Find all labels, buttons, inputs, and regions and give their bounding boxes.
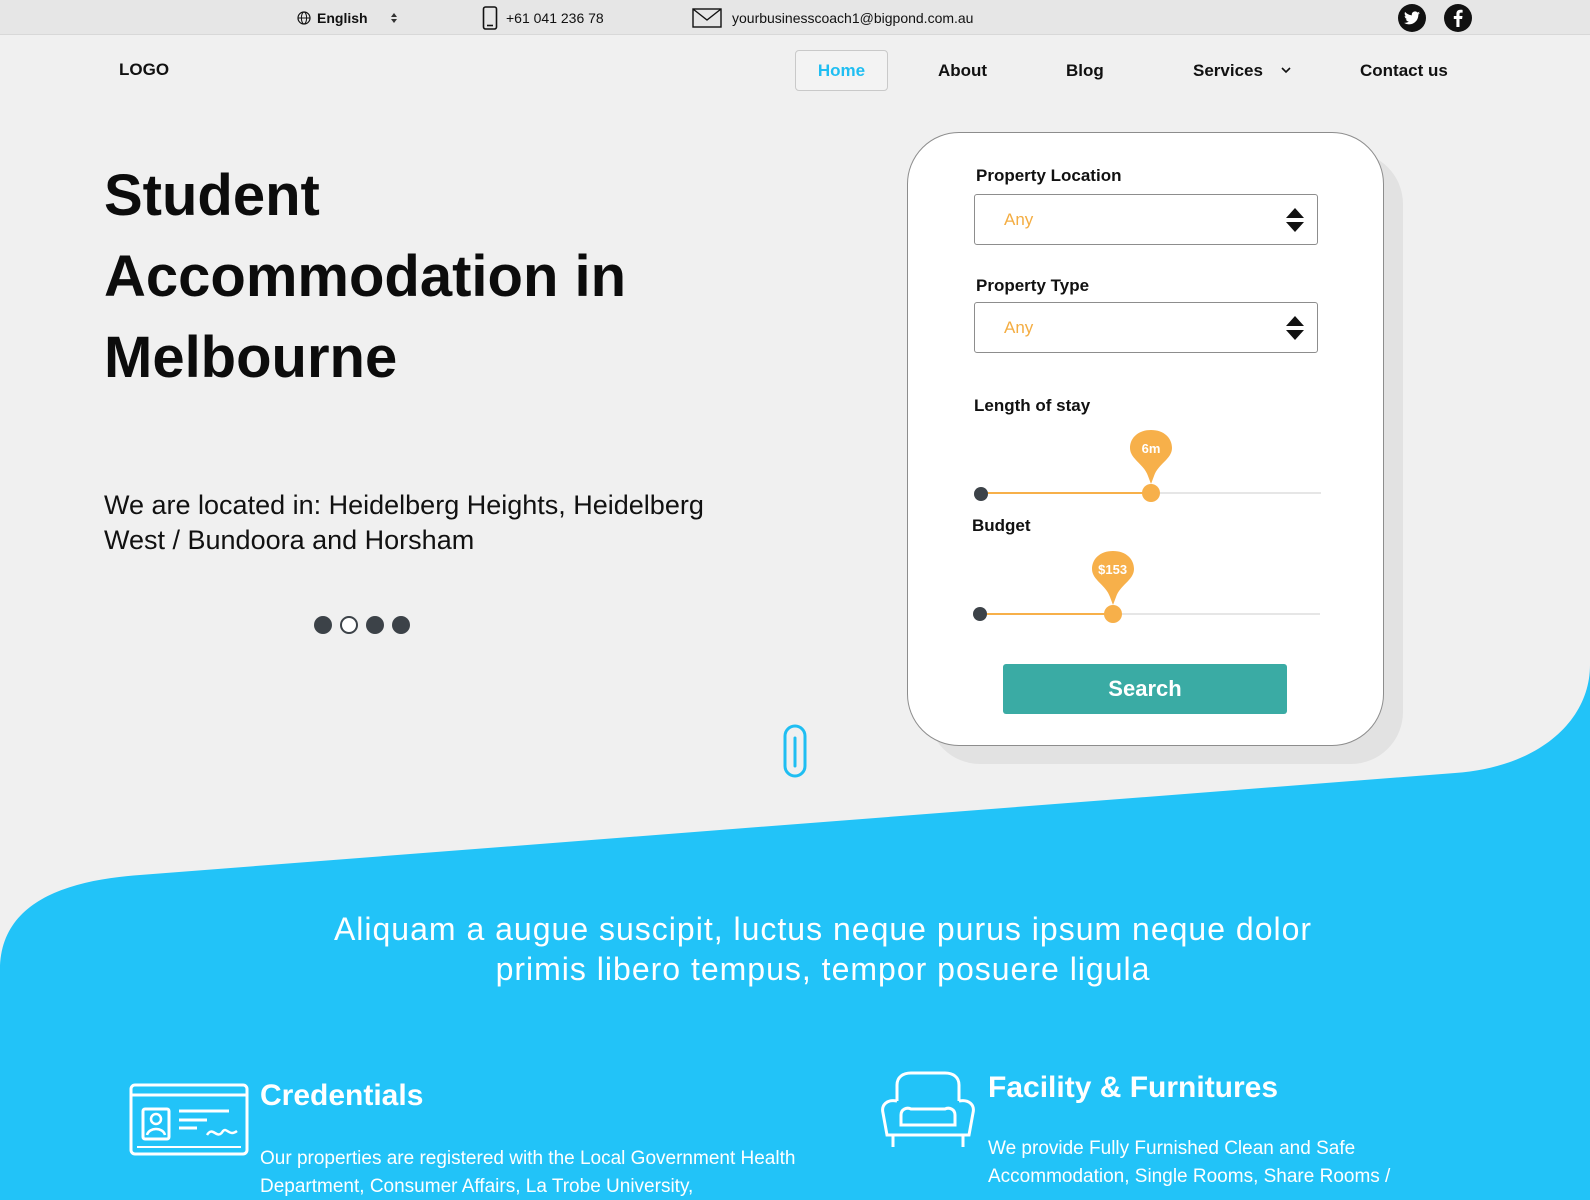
chevron-down-icon xyxy=(1281,67,1291,74)
phone-contact[interactable]: +61 041 236 78 xyxy=(482,0,604,35)
slider-start-knob xyxy=(974,487,988,501)
nav-contact-us[interactable]: Contact us xyxy=(1360,50,1448,91)
email-address: yourbusinesscoach1@bigpond.com.au xyxy=(732,9,974,26)
id-card-icon xyxy=(129,1083,249,1156)
feature-title-credentials: Credentials xyxy=(260,1079,424,1112)
nav-services[interactable]: Services xyxy=(1193,50,1291,91)
carousel-dot[interactable] xyxy=(366,616,384,634)
value-pin-icon xyxy=(1091,551,1134,605)
carousel-dot[interactable] xyxy=(392,616,410,634)
section-tagline: Aliquam a augue suscipit, luctus neque p… xyxy=(333,911,1313,987)
property-location-select[interactable]: Any xyxy=(974,194,1318,245)
twitter-icon xyxy=(1404,11,1420,25)
phone-number: +61 041 236 78 xyxy=(506,9,604,26)
language-selector[interactable]: English xyxy=(297,0,398,35)
property-type-label: Property Type xyxy=(976,276,1090,295)
scroll-indicator-icon[interactable] xyxy=(783,724,807,778)
globe-icon xyxy=(297,10,311,25)
slider-start-knob xyxy=(973,607,987,621)
hero-location-text: We are located in: Heidelberg Heights, H… xyxy=(104,490,704,555)
slider-fill xyxy=(981,492,1151,494)
carousel-dots xyxy=(314,616,410,634)
feature-text-facility: We provide Fully Furnished Clean and Saf… xyxy=(988,1138,1391,1187)
phone-icon xyxy=(482,5,498,30)
slider-fill xyxy=(980,613,1113,615)
email-contact[interactable]: yourbusinesscoach1@bigpond.com.au xyxy=(692,0,973,35)
nav-services-label: Services xyxy=(1193,60,1263,80)
length-of-stay-value: 6m xyxy=(1141,441,1161,456)
top-utility-bar: English +61 041 236 78 yourbusinesscoach… xyxy=(0,0,1590,35)
carousel-dot-active[interactable] xyxy=(340,616,358,634)
property-location-label: Property Location xyxy=(976,166,1122,185)
select-arrows-icon xyxy=(1286,316,1304,340)
nav-home[interactable]: Home xyxy=(795,50,888,91)
feature-text-credentials: Our properties are registered with the L… xyxy=(260,1148,796,1197)
facebook-icon xyxy=(1453,9,1463,27)
budget-slider[interactable] xyxy=(980,613,1320,615)
sort-arrows-icon xyxy=(390,12,397,23)
twitter-link[interactable] xyxy=(1398,4,1426,32)
select-arrows-icon xyxy=(1286,208,1304,232)
property-type-select[interactable]: Any xyxy=(974,302,1318,353)
length-of-stay-label: Length of stay xyxy=(974,396,1091,415)
budget-value: $153 xyxy=(1098,562,1128,577)
property-type-value: Any xyxy=(1004,317,1034,337)
property-location-value: Any xyxy=(1004,209,1034,229)
language-label: English xyxy=(317,9,368,26)
facebook-link[interactable] xyxy=(1444,4,1472,32)
nav-blog[interactable]: Blog xyxy=(1066,50,1104,91)
nav-about[interactable]: About xyxy=(938,50,987,91)
site-logo[interactable]: LOGO xyxy=(119,60,169,80)
carousel-dot[interactable] xyxy=(314,616,332,634)
envelope-icon xyxy=(692,7,722,28)
hero-title: Student Accommodation in Melbourne xyxy=(104,163,627,390)
feature-title-facility: Facility & Furnitures xyxy=(988,1071,1279,1104)
armchair-icon xyxy=(881,1071,975,1147)
budget-label: Budget xyxy=(972,516,1031,535)
value-pin-icon xyxy=(1130,430,1172,484)
search-button[interactable]: Search xyxy=(1003,664,1287,714)
